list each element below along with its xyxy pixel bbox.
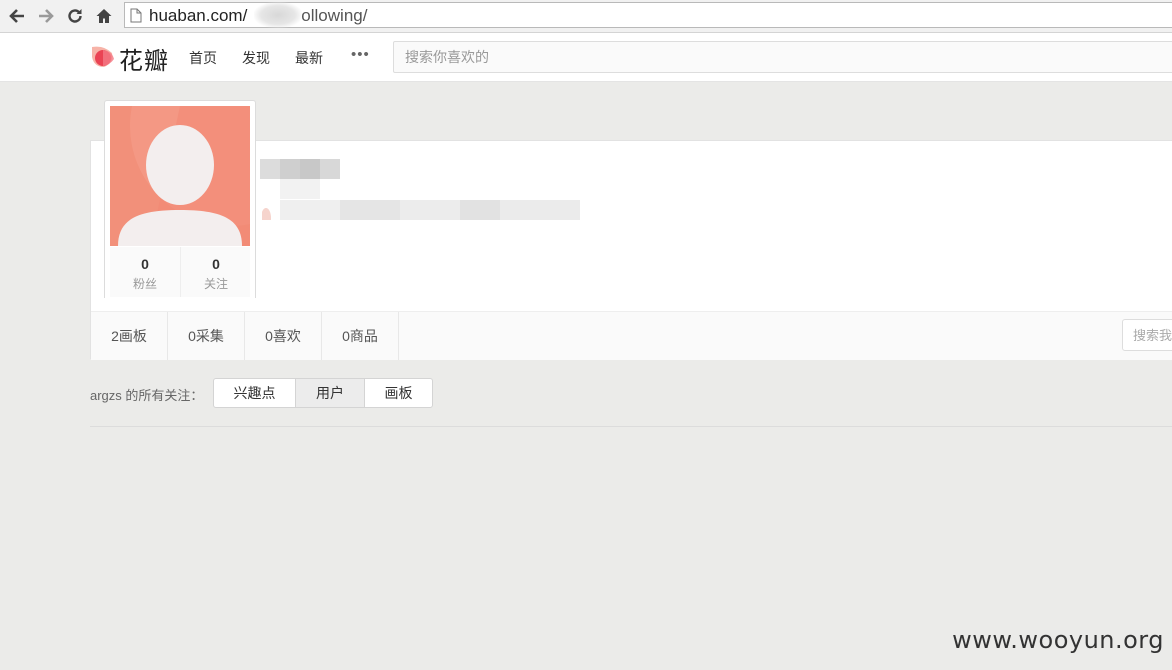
search-input[interactable] [394,42,1172,72]
content-divider [90,426,1172,427]
following-label: 关注 [203,277,228,291]
profile-search-input[interactable] [1123,320,1172,350]
home-icon[interactable] [93,5,115,27]
profile-tabs: 2画板 0采集 0喜欢 0商品 [91,311,1172,360]
bio-redacted [262,200,580,220]
site-header: 花瓣 首页 发现 最新 ••• [0,33,1172,82]
stat-followers[interactable]: 0 粉丝 [110,247,180,297]
site-search [393,41,1172,73]
tab-likes[interactable]: 0喜欢 [245,312,322,360]
nav-latest[interactable]: 最新 [295,48,323,68]
tab-pins[interactable]: 0采集 [168,312,245,360]
forward-arrow-icon[interactable] [35,5,57,27]
huaban-logo[interactable]: 花瓣 [90,43,170,75]
filter-boards[interactable]: 画板 [365,379,432,407]
petal-logo-icon [92,46,114,67]
more-menu-icon[interactable]: ••• [351,46,370,63]
logo-text: 花瓣 [119,47,169,75]
tab-boards[interactable]: 2画板 [91,312,168,360]
stat-following[interactable]: 0 关注 [180,247,251,297]
profile-stats: 0 粉丝 0 关注 [110,247,250,297]
tab-products[interactable]: 0商品 [322,312,399,360]
following-label-text: argzs 的所有关注： [90,388,204,403]
url-path: ollowing/ [301,6,368,25]
nav-home[interactable]: 首页 [189,48,217,68]
following-filter: 兴趣点 用户 画板 [213,378,433,408]
profile-search [1122,319,1172,351]
back-arrow-icon[interactable] [6,5,28,27]
followers-count: 0 [141,256,149,272]
browser-toolbar: huaban.com/ollowing/ [0,0,1172,33]
avatar-placeholder-icon[interactable] [110,106,250,246]
page-icon [130,8,142,23]
avatar-box: 0 粉丝 0 关注 [104,100,256,298]
followers-label: 粉丝 [132,277,157,291]
watermark: www.wooyun.org [952,626,1164,654]
nav-discover[interactable]: 发现 [242,48,270,68]
reload-icon[interactable] [64,5,86,27]
filter-interests[interactable]: 兴趣点 [214,379,296,407]
url-host: huaban.com/ [149,6,248,25]
following-count: 0 [212,256,220,272]
url-redaction [254,2,302,28]
address-bar[interactable]: huaban.com/ollowing/ [124,2,1172,28]
filter-users[interactable]: 用户 [296,379,365,407]
